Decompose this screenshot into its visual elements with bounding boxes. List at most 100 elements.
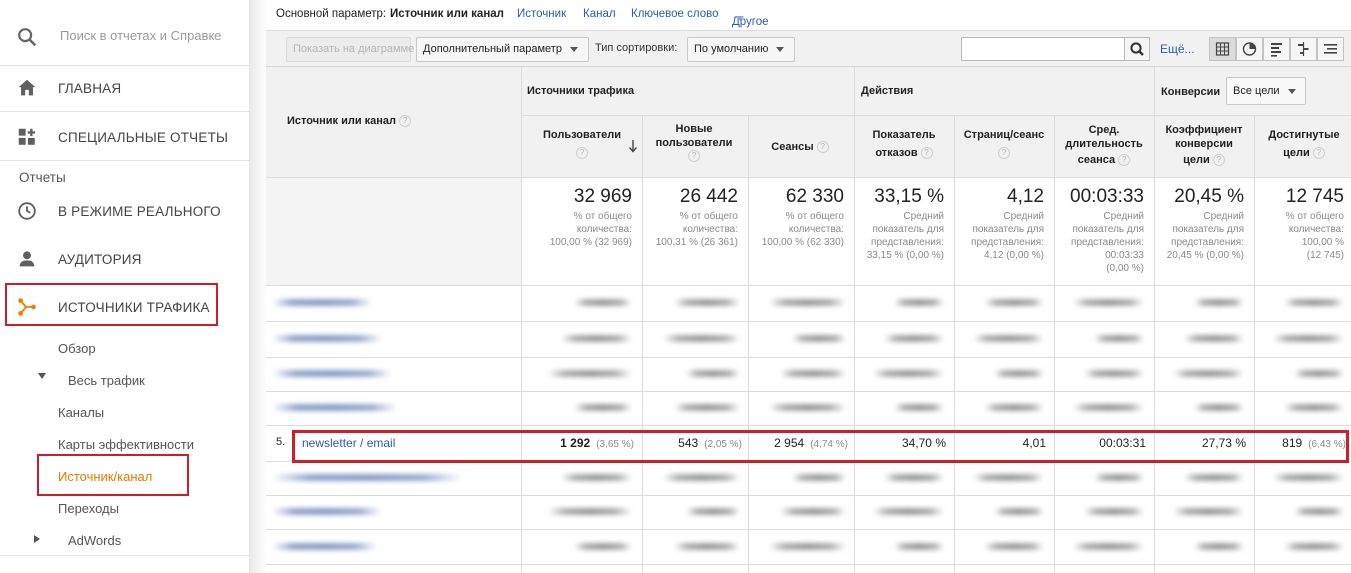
blurred-row-value	[548, 508, 632, 515]
table-filter-input[interactable]	[961, 37, 1126, 61]
col-duration-l1: Сред.	[1088, 124, 1120, 136]
help-icon[interactable]: ?	[576, 146, 588, 159]
col-new-users[interactable]: Новые пользователи ?	[644, 123, 744, 164]
dimension-link-keyword[interactable]: Ключевое слово	[631, 8, 719, 20]
view-pivot-button[interactable]	[1317, 37, 1344, 61]
blurred-row-value	[1284, 404, 1344, 411]
nav-home-label: ГЛАВНАЯ	[58, 81, 122, 96]
nav-referrals[interactable]: Переходы	[58, 501, 119, 516]
help-icon[interactable]: ?	[688, 150, 700, 163]
advanced-filter-link[interactable]: Ещё...	[1160, 42, 1195, 56]
help-icon[interactable]: ?	[399, 115, 412, 128]
col-users[interactable]: Пользователи ?	[528, 129, 636, 160]
sort-type-select[interactable]: По умолчанию	[687, 37, 795, 62]
sort-type-value: По умолчанию	[694, 43, 769, 55]
sort-descending-icon[interactable]	[628, 139, 638, 153]
help-icon[interactable]: ?	[1312, 146, 1325, 159]
totals-sub-line: 20,45 % (0,00 %)	[1166, 250, 1244, 261]
col-goals-l1: Достигнутые	[1268, 129, 1340, 141]
totals-sub-line: 00:03:33	[1105, 250, 1144, 261]
search-input[interactable]: Поиск в отчетах и Справке	[60, 28, 225, 43]
blurred-row-value	[984, 299, 1044, 306]
blurred-row-value	[994, 508, 1044, 515]
dimension-link-source[interactable]: Источник	[517, 8, 566, 20]
nav-custom-reports[interactable]: СПЕЦИАЛЬНЫЕ ОТЧЕТЫ	[0, 117, 250, 157]
column-divider	[954, 115, 955, 285]
highlight-box-row	[292, 430, 1349, 463]
totals-sub-line: 33,15 % (0,00 %)	[866, 250, 944, 261]
plot-rows-button[interactable]: Показать на диаграмме	[286, 37, 414, 62]
person-icon	[19, 251, 35, 267]
primary-dimension-bar: Основной параметр: Источник или канал Ис…	[266, 0, 1351, 30]
nav-channels[interactable]: Каналы	[58, 405, 104, 420]
totals-sub-line: показатель для	[872, 224, 944, 235]
blurred-row-name	[272, 474, 462, 481]
nav-adwords[interactable]: AdWords	[68, 533, 121, 548]
dimension-column-header[interactable]: Источник или канал ?	[287, 115, 412, 128]
col-avg-duration[interactable]: Сред. длительность сеанса ?	[1056, 124, 1152, 168]
help-icon[interactable]: ?	[998, 146, 1010, 159]
col-pages-per-session[interactable]: Страниц/сеанс ?	[956, 129, 1052, 160]
blurred-row-value	[674, 404, 740, 411]
blurred-row-value	[574, 543, 632, 550]
col-bounce-l1: Показатель	[872, 129, 936, 141]
totals-sub-line: Средний	[1103, 211, 1144, 222]
secondary-dimension-select[interactable]: Дополнительный параметр	[416, 37, 589, 62]
highlight-box-acquisition	[5, 283, 218, 326]
nav-audience-label: АУДИТОРИЯ	[58, 252, 142, 267]
totals-sub-line: 4,12 (0,00 %)	[983, 250, 1044, 261]
blurred-row-value	[984, 543, 1044, 550]
view-performance-button[interactable]	[1263, 37, 1290, 61]
group-behavior: Действия	[861, 85, 914, 97]
caret-down-icon	[1287, 88, 1296, 94]
col-bounce-rate[interactable]: Показатель отказов ?	[856, 129, 952, 160]
col-duration-l3: сеанса	[1077, 154, 1116, 166]
totals-sub-line: количества:	[576, 224, 632, 235]
nav-audience[interactable]: АУДИТОРИЯ	[0, 239, 250, 279]
expand-down-icon[interactable]	[38, 373, 46, 379]
col-goal-completions[interactable]: Достигнутые цели ?	[1256, 129, 1351, 160]
nav-realtime[interactable]: В РЕЖИМЕ РЕАЛЬНОГО	[0, 191, 250, 231]
help-icon[interactable]: ?	[1212, 154, 1225, 167]
column-divider	[1154, 67, 1155, 285]
nav-home[interactable]: ГЛАВНАЯ	[0, 68, 250, 108]
expand-right-icon[interactable]	[34, 535, 40, 543]
col-conversion-rate[interactable]: Коэффициент конверсии цели ?	[1156, 124, 1252, 168]
col-duration-l2: длительность	[1065, 137, 1143, 150]
dimension-link-medium[interactable]: Канал	[583, 8, 616, 20]
search-icon	[1130, 42, 1144, 56]
table-filter-search-button[interactable]	[1124, 37, 1150, 61]
col-new-users-l2: пользователи	[655, 136, 733, 149]
totals-value: 62 330	[785, 186, 844, 207]
secondary-dimension-label: Дополнительный параметр	[423, 43, 562, 55]
col-new-users-l1: Новые	[675, 123, 713, 135]
col-sessions[interactable]: Сеансы ?	[750, 141, 850, 155]
nav-all-traffic[interactable]: Весь трафик	[68, 373, 145, 388]
view-pie-button[interactable]	[1236, 37, 1263, 61]
help-icon[interactable]: ?	[920, 146, 933, 159]
pivot-icon	[1324, 44, 1337, 54]
view-comparison-button[interactable]	[1290, 37, 1317, 61]
divider	[0, 555, 250, 556]
nav-overview[interactable]: Обзор	[58, 341, 96, 356]
totals-sub-line: Средний	[1203, 211, 1244, 222]
blurred-row-value	[1173, 370, 1244, 377]
report-search[interactable]: Поиск в отчетах и Справке	[0, 8, 250, 64]
help-icon[interactable]: ?	[1118, 154, 1131, 167]
totals-sub: Средний показатель для представления: 20,45…	[1156, 210, 1244, 262]
row-divider	[266, 357, 1351, 358]
help-icon[interactable]: ?	[816, 141, 829, 154]
clock-icon	[18, 202, 36, 220]
blurred-row-value	[674, 299, 740, 306]
blurred-row-value	[792, 474, 846, 481]
nav-treemaps[interactable]: Карты эффективности	[58, 437, 194, 452]
blurred-row-value	[1084, 508, 1144, 515]
blurred-row-value	[1194, 543, 1244, 550]
blurred-row-value	[1294, 508, 1344, 515]
totals-sub-line: количества:	[788, 224, 844, 235]
goal-select[interactable]: Все цели	[1226, 77, 1306, 105]
view-table-button[interactable]	[1209, 37, 1236, 61]
col-conv-l1: Коэффициент	[1165, 124, 1243, 136]
blurred-row-value	[561, 335, 632, 342]
totals-sub: % от общего количества: 100,00 % (62 330)	[750, 210, 844, 249]
